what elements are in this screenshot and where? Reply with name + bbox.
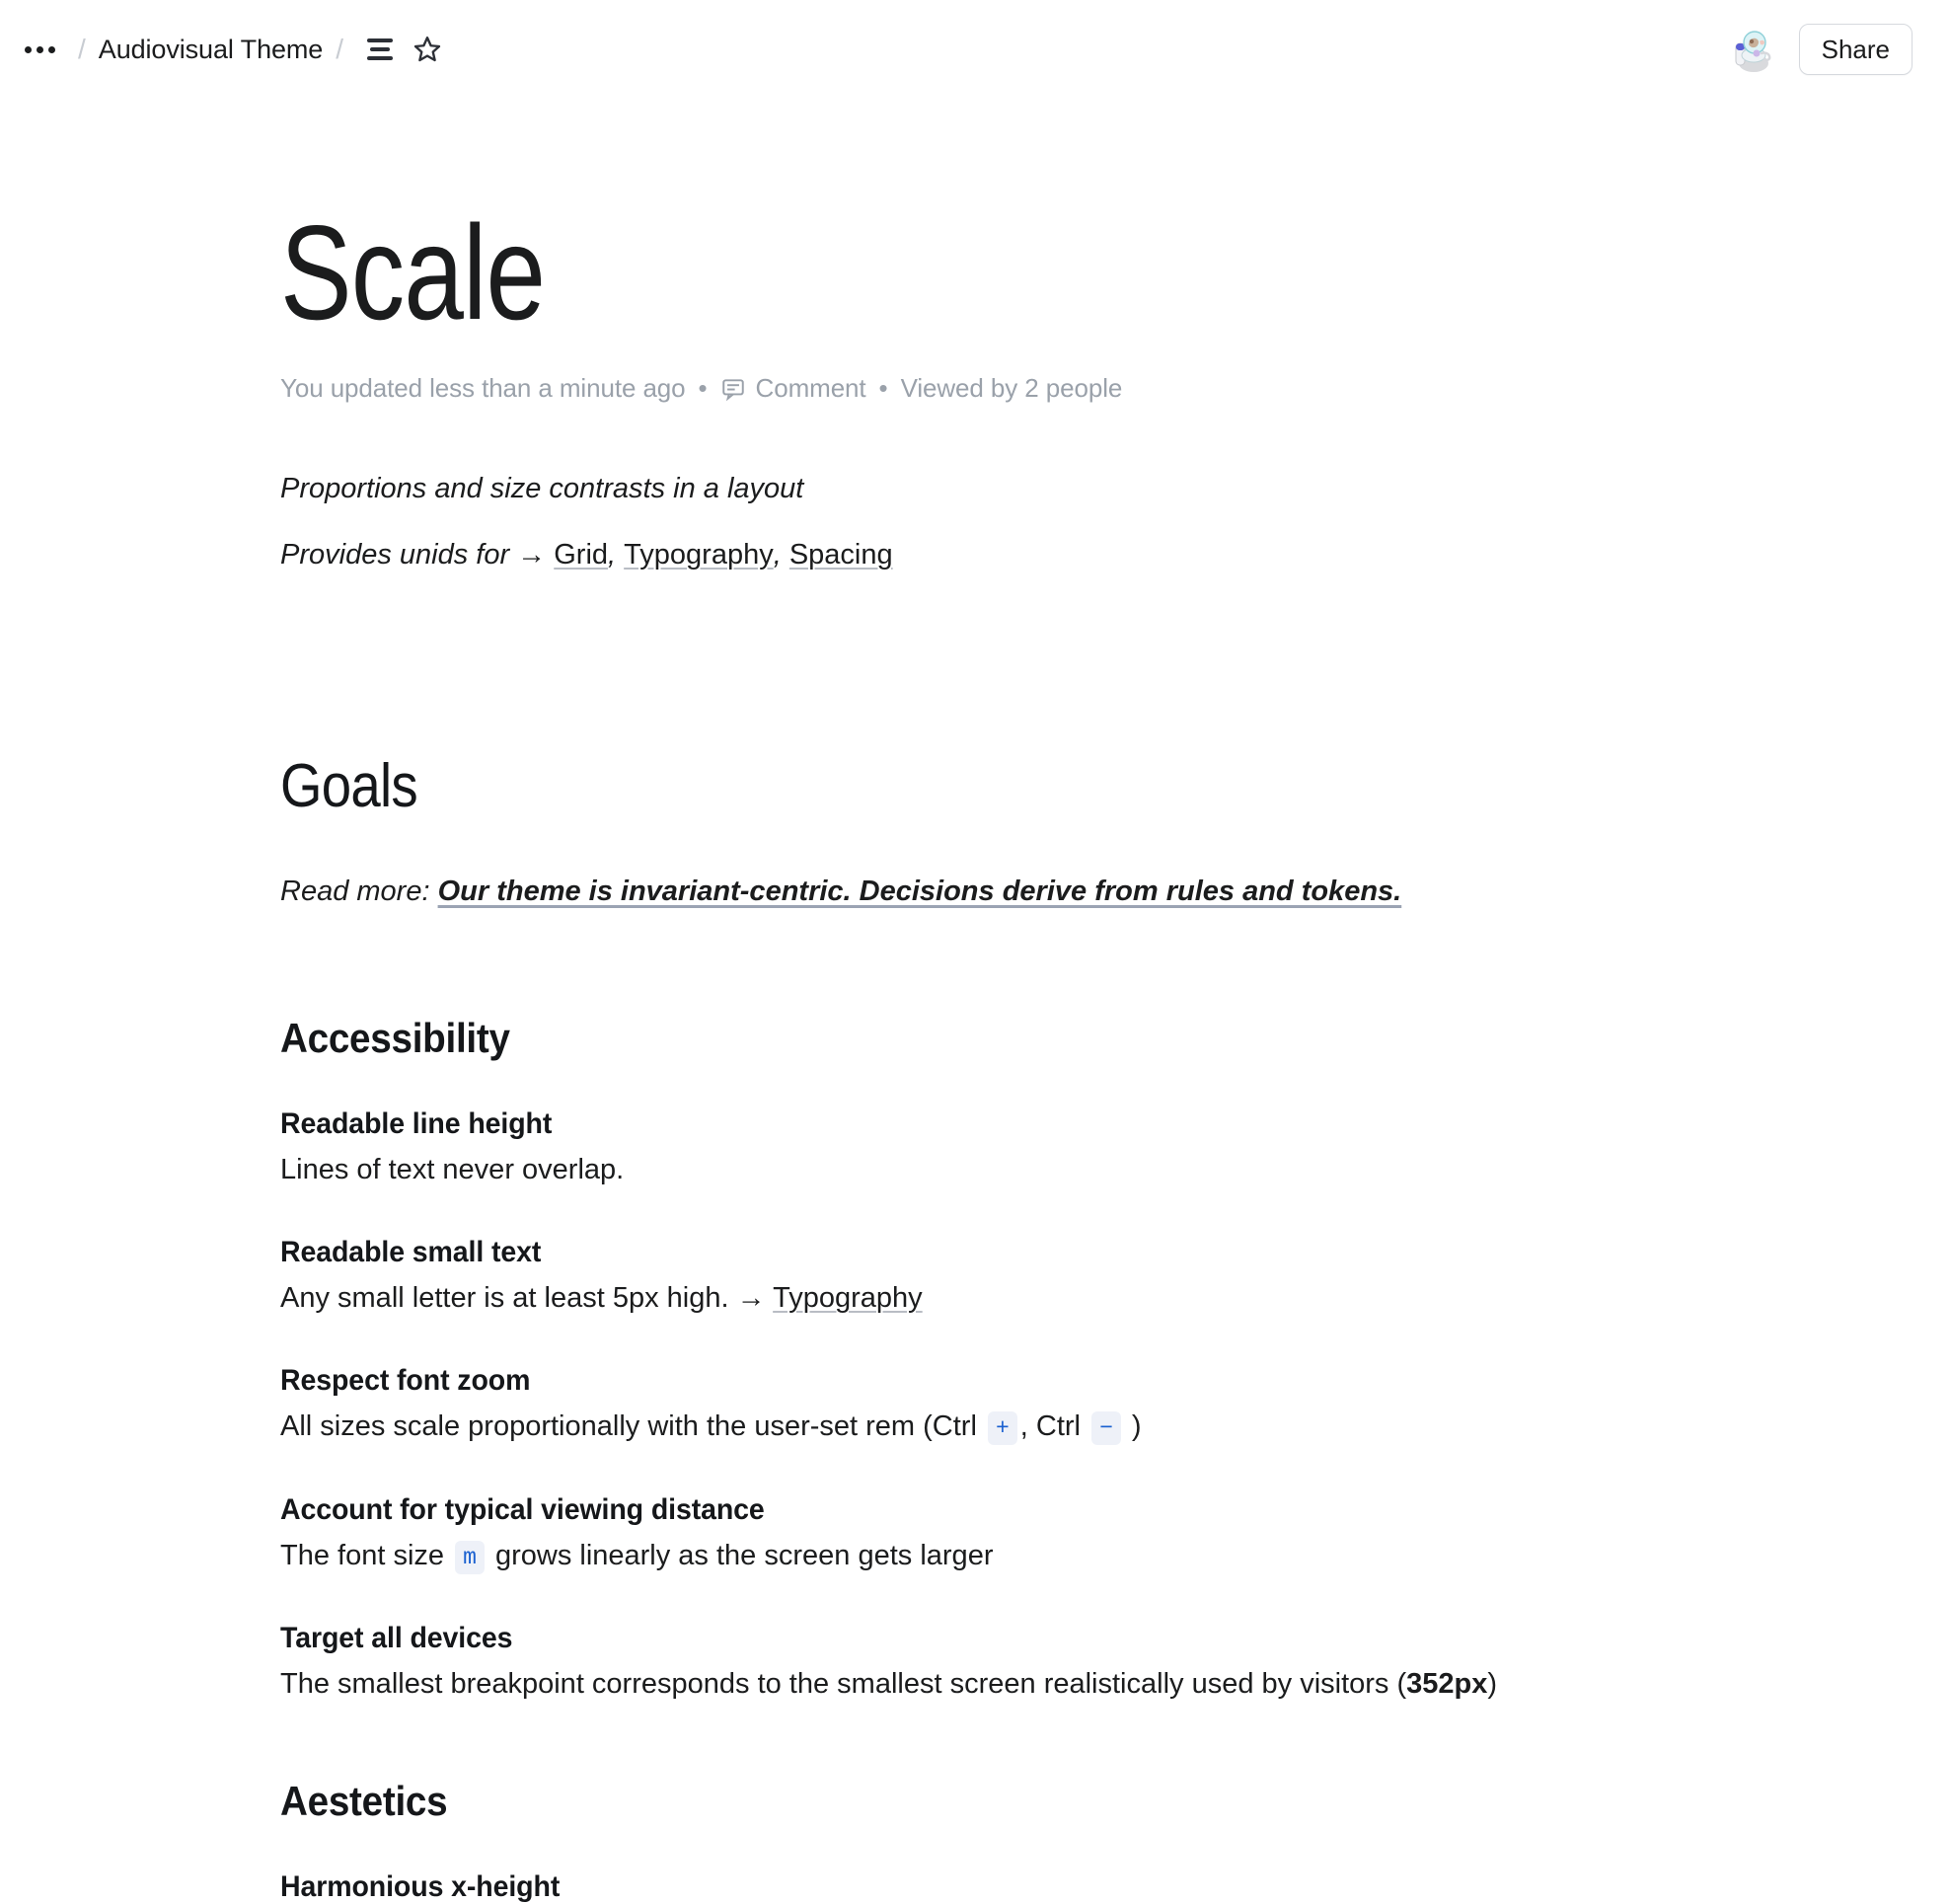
lead-line-2: Provides unids for → Grid, Typography, S…: [280, 533, 1891, 577]
goal-description-text: The smallest breakpoint corresponds to t…: [280, 1667, 1407, 1700]
goal-item: Account for typical viewing distance The…: [280, 1493, 1891, 1576]
goal-description: The font size m grows linearly as the sc…: [280, 1535, 1891, 1576]
link-typography[interactable]: Typography: [773, 1282, 923, 1314]
comment-label: Comment: [755, 373, 866, 403]
goal-term: Readable line height: [280, 1107, 553, 1141]
breadcrumb: / Audiovisual Theme /: [14, 24, 1726, 75]
goal-description-text: Any small letter is at least 5px high. →: [280, 1282, 774, 1315]
goal-description: The smallest breakpoint corresponds to t…: [280, 1663, 1891, 1705]
goal-description-text: , Ctrl: [1019, 1410, 1089, 1443]
goal-term: Harmonious x-height: [280, 1869, 561, 1903]
outline-icon: [367, 38, 393, 60]
goal-item: Readable small text Any small letter is …: [280, 1236, 1891, 1319]
link-grid[interactable]: Grid: [554, 539, 608, 571]
goal-term: Respect font zoom: [280, 1364, 531, 1398]
goal-description-text: All sizes scale proportionally with the …: [280, 1410, 985, 1443]
goal-term: Readable small text: [280, 1236, 542, 1269]
read-more-prefix: Read more:: [280, 875, 438, 907]
breadcrumb-item-audiovisual-theme[interactable]: Audiovisual Theme: [99, 35, 324, 65]
favorite-button[interactable]: [404, 26, 451, 73]
read-more-line: Read more: Our theme is invariant-centri…: [280, 871, 1891, 914]
kbd-minus: −: [1091, 1411, 1121, 1446]
share-button[interactable]: Share: [1798, 24, 1912, 75]
more-options-button[interactable]: [14, 24, 65, 75]
dot-icon: [24, 45, 32, 53]
goal-description: Any small letter is at least 5px high. →…: [280, 1277, 1891, 1319]
comment-button[interactable]: Comment: [720, 373, 866, 404]
lead-comma: ,: [773, 538, 789, 571]
heading-aestetics: Aestetics: [280, 1777, 448, 1824]
page-title[interactable]: Scale: [280, 205, 1569, 340]
goal-item: Harmonious x-height: [280, 1870, 1891, 1904]
breakpoint-value: 352px: [1406, 1667, 1488, 1700]
goal-description-text: ): [1123, 1410, 1142, 1443]
goal-term: Target all devices: [280, 1621, 513, 1654]
goal-term: Account for typical viewing distance: [280, 1492, 765, 1526]
meta-separator: •: [698, 373, 708, 403]
lead-line-2-prefix: Provides unids for →: [280, 538, 555, 571]
top-bar: / Audiovisual Theme / Share: [0, 0, 1950, 99]
astronaut-avatar[interactable]: [1725, 24, 1777, 75]
link-spacing[interactable]: Spacing: [789, 539, 893, 571]
goal-description-text: The font size: [280, 1539, 453, 1571]
code-token-m: m: [455, 1540, 485, 1574]
goal-description-text: grows linearly as the screen gets larger: [487, 1539, 994, 1571]
heading-accessibility: Accessibility: [280, 1015, 510, 1062]
document-lead: Proportions and size contrasts in a layo…: [280, 467, 1891, 577]
comment-icon: [721, 378, 744, 401]
document-meta: You updated less than a minute ago • Com…: [280, 373, 1891, 404]
last-updated-text: You updated less than a minute ago: [280, 373, 686, 403]
link-typography[interactable]: Typography: [624, 539, 774, 571]
lead-comma: ,: [608, 538, 625, 571]
viewed-by-label[interactable]: Viewed by 2 people: [901, 373, 1123, 404]
lead-line-1: Proportions and size contrasts in a layo…: [280, 473, 804, 504]
read-more-link[interactable]: Our theme is invariant-centric. Decision…: [438, 876, 1402, 907]
breadcrumb-separator: /: [336, 34, 343, 64]
outline-button[interactable]: [356, 26, 404, 73]
heading-goals: Goals: [280, 751, 418, 820]
breadcrumb-separator: /: [78, 34, 86, 64]
dot-icon: [47, 45, 55, 53]
star-icon: [413, 37, 441, 62]
dot-icon: [36, 45, 43, 53]
kbd-plus: +: [987, 1411, 1017, 1446]
goal-description: Lines of text never overlap.: [280, 1154, 625, 1186]
meta-separator: •: [878, 373, 888, 403]
goal-description-text: ): [1487, 1667, 1498, 1700]
goal-description: All sizes scale proportionally with the …: [280, 1406, 1891, 1447]
top-bar-actions: Share: [1725, 24, 1912, 75]
goal-item: Readable line height Lines of text never…: [280, 1107, 1891, 1190]
goal-item: Respect font zoom All sizes scale propor…: [280, 1364, 1891, 1447]
document-body: Scale You updated less than a minute ago…: [0, 99, 1950, 1904]
goal-item: Target all devices The smallest breakpoi…: [280, 1622, 1891, 1705]
